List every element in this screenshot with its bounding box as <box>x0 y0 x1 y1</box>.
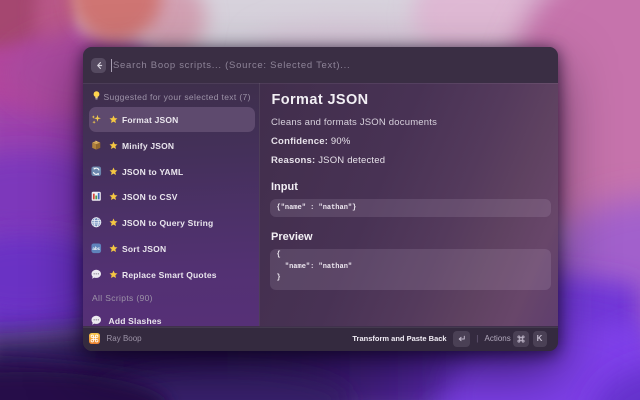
svg-text:abc: abc <box>92 246 100 251</box>
